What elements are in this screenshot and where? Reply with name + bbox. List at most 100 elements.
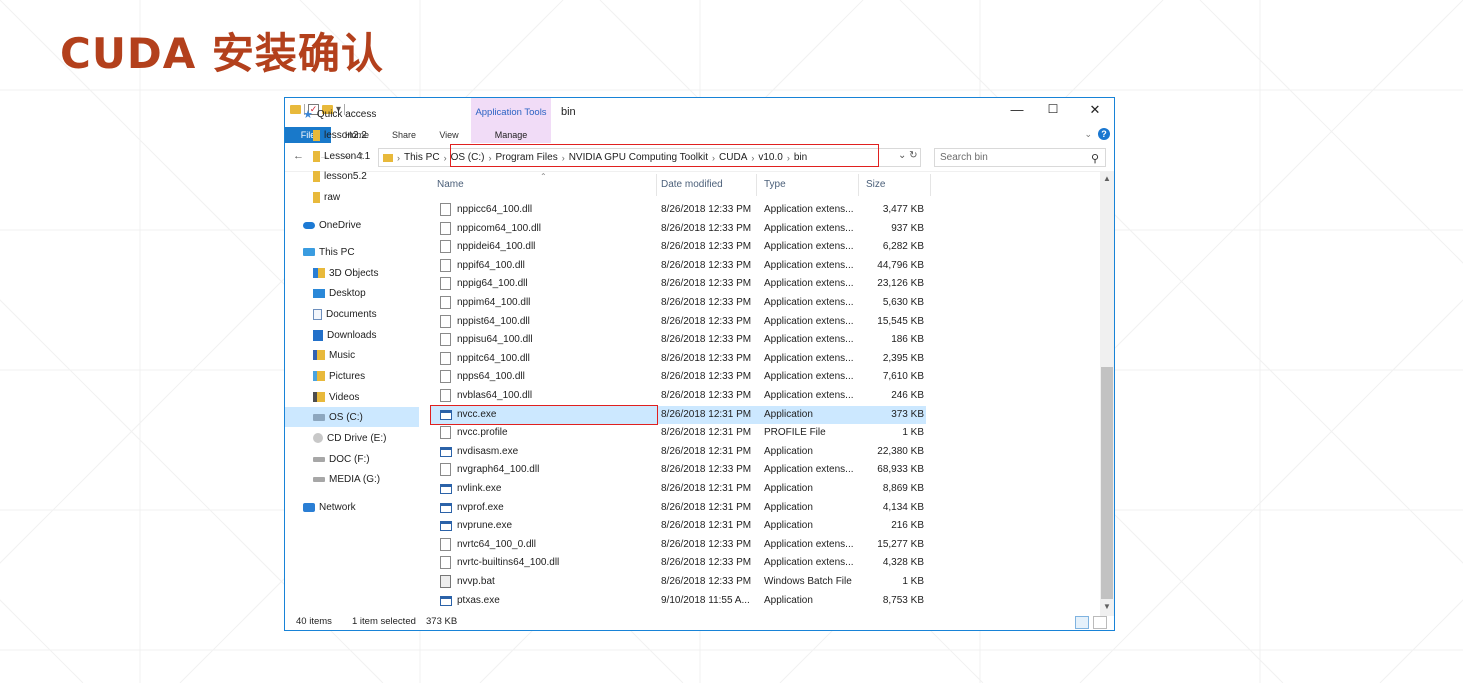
address-dropdown-icon[interactable]: ⌄ ↻ — [898, 150, 918, 161]
file-row[interactable]: nvvp.bat 8/26/2018 12:33 PM Windows Batch … — [430, 573, 926, 592]
nav-item-pictures[interactable]: Pictures — [285, 366, 419, 386]
dll-file-icon — [440, 556, 451, 570]
file-row[interactable]: nvdisasm.exe 8/26/2018 12:31 PM Applicatio… — [430, 443, 926, 462]
file-row[interactable]: nvprune.exe 8/26/2018 12:31 PM Application… — [430, 517, 926, 536]
file-size: 1 KB — [902, 427, 924, 439]
file-row[interactable]: nppig64_100.dll 8/26/2018 12:33 PM Applica… — [430, 275, 926, 294]
search-input[interactable]: Search bin ⚲ — [934, 148, 1106, 167]
file-type: Windows Batch File — [764, 576, 852, 587]
maximize-button[interactable]: ☐ — [1043, 102, 1063, 116]
vertical-scrollbar[interactable]: ▲ ▼ — [1100, 172, 1114, 616]
slide-title: CUDA 安装确认 — [60, 29, 384, 78]
column-date-modified[interactable]: Date modified — [661, 179, 723, 190]
file-row[interactable]: nvgraph64_100.dll 8/26/2018 12:33 PM Appli… — [430, 461, 926, 480]
file-row[interactable]: nppist64_100.dll 8/26/2018 12:33 PM Applic… — [430, 313, 926, 332]
file-type: Application — [764, 408, 813, 420]
expand-ribbon-icon[interactable]: ⌄ — [1084, 129, 1092, 140]
scroll-up-icon[interactable]: ▲ — [1100, 174, 1114, 183]
file-type: Application — [764, 483, 813, 494]
file-date: 8/26/2018 12:31 PM — [661, 483, 752, 494]
nav-item-quick-access[interactable]: ★ Quick access — [285, 104, 419, 124]
tab-view[interactable]: View — [431, 127, 467, 143]
file-size: 1 KB — [902, 576, 924, 587]
scrollbar-thumb[interactable] — [1101, 367, 1113, 599]
folder-icon — [313, 129, 320, 141]
dll-file-icon — [440, 389, 451, 402]
nav-item-music[interactable]: Music — [285, 345, 419, 365]
nav-item-videos[interactable]: Videos — [285, 387, 419, 407]
file-row[interactable]: nvrtc64_100_0.dll 8/26/2018 12:33 PM Appli… — [430, 536, 926, 555]
column-name[interactable]: Name — [437, 179, 464, 190]
file-row[interactable]: nppicom64_100.dll 8/26/2018 12:33 PM Appli… — [430, 220, 926, 239]
file-type: PROFILE File — [764, 427, 826, 439]
computer-icon — [303, 248, 315, 256]
file-row[interactable]: nvcc.profile 8/26/2018 12:31 PM PROFILE Fi… — [430, 424, 926, 443]
file-date: 9/10/2018 11:55 A... — [661, 594, 750, 606]
nav-item-onedrive[interactable]: OneDrive — [285, 215, 419, 235]
file-name: nvvp.bat — [457, 576, 495, 587]
nav-item-lesson4-1[interactable]: Lesson4.1 — [285, 146, 419, 166]
nav-item-media-g[interactable]: MEDIA (G:) — [285, 469, 419, 489]
disk-icon — [313, 476, 325, 482]
file-row[interactable]: nppim64_100.dll 8/26/2018 12:33 PM Applica… — [430, 294, 926, 313]
item-count: 40 items — [296, 616, 332, 627]
nav-item-downloads[interactable]: Downloads — [285, 325, 419, 345]
column-type[interactable]: Type — [764, 179, 786, 190]
file-row[interactable]: nppitc64_100.dll 8/26/2018 12:33 PM Applic… — [430, 350, 926, 369]
nav-item-lesson5-2[interactable]: lesson5.2 — [285, 166, 419, 186]
file-name: nvrtc64_100_0.dll — [457, 538, 536, 550]
file-row[interactable]: nppif64_100.dll 8/26/2018 12:33 PM Applica… — [430, 257, 926, 276]
file-list: ⌃ Name Date modified Type Size nppicc64_… — [430, 172, 1100, 616]
nav-item-desktop[interactable]: Desktop — [285, 283, 419, 303]
file-date: 8/26/2018 12:33 PM — [661, 464, 752, 476]
help-icon[interactable]: ? — [1098, 128, 1110, 140]
nav-item-raw[interactable]: raw — [285, 187, 419, 207]
file-date: 8/26/2018 12:33 PM — [661, 259, 752, 271]
dll-file-icon — [440, 240, 451, 254]
file-type: Application extens... — [764, 315, 854, 327]
application-icon — [440, 595, 452, 606]
nav-item-os-c[interactable]: OS (C:) — [285, 407, 419, 427]
nav-item-3d-objects[interactable]: 3D Objects — [285, 263, 419, 283]
file-row[interactable]: nvlink.exe 8/26/2018 12:31 PM Application 8… — [430, 480, 926, 499]
file-type: Application — [764, 501, 813, 513]
application-icon — [440, 484, 452, 494]
highlight-box-address — [450, 144, 879, 167]
file-name: nppif64_100.dll — [457, 259, 525, 271]
file-name: nvgraph64_100.dll — [457, 464, 540, 476]
file-size: 3,477 KB — [882, 204, 924, 215]
scroll-down-icon[interactable]: ▼ — [1100, 602, 1114, 611]
nav-item-doc-f[interactable]: DOC (F:) — [285, 449, 419, 469]
large-icons-view-button[interactable] — [1093, 616, 1107, 629]
tab-manage[interactable]: Manage — [471, 127, 551, 143]
nav-item-label: Music — [329, 349, 356, 361]
column-size[interactable]: Size — [866, 179, 885, 190]
file-row[interactable]: nvblas64_100.dll 8/26/2018 12:33 PM Applic… — [430, 387, 926, 406]
nav-item-this-pc[interactable]: This PC — [285, 242, 419, 262]
batch-file-icon — [440, 575, 451, 588]
file-date: 8/26/2018 12:33 PM — [661, 576, 752, 587]
close-button[interactable]: ✕ — [1085, 102, 1105, 118]
details-view-button[interactable] — [1075, 616, 1089, 629]
nav-item-documents[interactable]: Documents — [285, 304, 419, 324]
file-size: 15,545 KB — [877, 315, 924, 327]
file-row[interactable]: nppidei64_100.dll 8/26/2018 12:33 PM Appli… — [430, 238, 926, 257]
file-row[interactable]: ptxas.exe 9/10/2018 11:55 A... Application… — [430, 592, 926, 611]
column-header: ⌃ Name Date modified Type Size — [430, 172, 1100, 196]
file-row[interactable]: nvrtc-builtins64_100.dll 8/26/2018 12:33 … — [430, 554, 926, 573]
dll-file-icon — [440, 296, 451, 309]
nav-item-lesson2-2[interactable]: lesson2.2 — [285, 125, 419, 145]
file-name: nvlink.exe — [457, 483, 502, 494]
file-type: Application — [764, 445, 813, 457]
nav-item-network[interactable]: Network — [285, 497, 419, 517]
file-row[interactable]: nvprof.exe 8/26/2018 12:31 PM Application 4… — [430, 499, 926, 518]
nav-item-cd-drive-e[interactable]: CD Drive (E:) — [285, 428, 419, 448]
file-row[interactable]: npps64_100.dll 8/26/2018 12:33 PM Applicat… — [430, 368, 926, 387]
file-row[interactable]: nppicc64_100.dll 8/26/2018 12:33 PM Applic… — [430, 201, 926, 220]
file-row[interactable]: nppisu64_100.dll 8/26/2018 12:33 PM Applic… — [430, 331, 926, 350]
nav-item-label: CD Drive (E:) — [327, 432, 387, 444]
file-size: 7,610 KB — [882, 371, 924, 383]
minimize-button[interactable]: — — [1007, 102, 1027, 117]
dll-file-icon — [440, 203, 451, 216]
file-size: 8,869 KB — [882, 483, 924, 494]
